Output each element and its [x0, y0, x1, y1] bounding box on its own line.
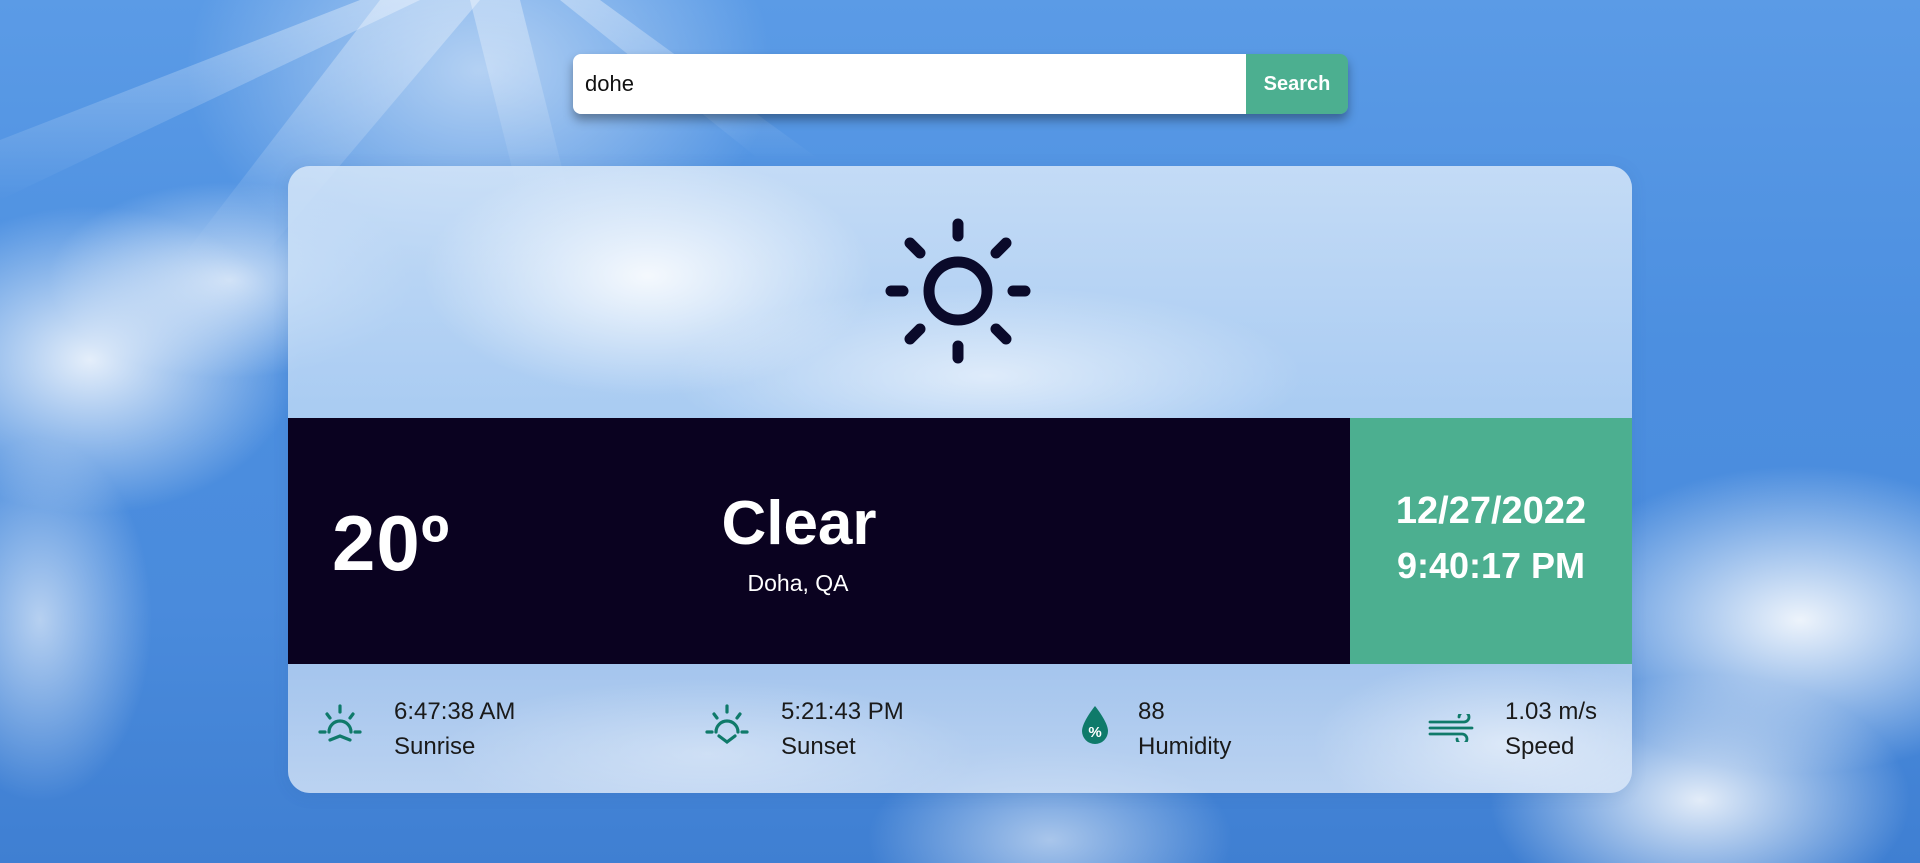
- humidity-value: 88: [1138, 698, 1165, 725]
- wind-icon: [1428, 714, 1474, 742]
- stat-humidity: % 88 Humidity: [1078, 664, 1338, 793]
- weather-condition: Clear: [721, 489, 877, 558]
- datetime-panel: 12/27/2022 9:40:17 PM: [1350, 418, 1632, 664]
- weather-summary: 20º Clear Doha, QA: [288, 418, 1350, 664]
- sunset-label: Sunset: [781, 733, 856, 760]
- time: 9:40:17 PM: [1396, 545, 1586, 586]
- sunset-icon: [705, 704, 749, 744]
- weather-card: 20º Clear Doha, QA 12/27/2022 9:40:17 PM: [288, 166, 1632, 793]
- sunrise-value: 6:47:38 AM: [394, 698, 516, 725]
- svg-text:%: %: [1088, 724, 1101, 741]
- search-input[interactable]: [573, 54, 1246, 114]
- condition-block: Clear Doha, QA: [668, 418, 928, 664]
- stats-row: 6:47:38 AM Sunrise 5:21:43 PM Sunset % 8…: [288, 664, 1632, 793]
- sunrise-icon: [318, 704, 362, 742]
- date: 12/27/2022: [1395, 490, 1587, 532]
- humidity-icon: %: [1082, 706, 1108, 744]
- stat-speed: 1.03 m/s Speed: [1428, 664, 1628, 793]
- sunset-value: 5:21:43 PM: [781, 698, 904, 725]
- search-bar: Search: [573, 54, 1348, 114]
- stat-sunrise: 6:47:38 AM Sunrise: [316, 664, 576, 793]
- location: Doha, QA: [747, 570, 849, 596]
- sunrise-label: Sunrise: [394, 733, 476, 760]
- weather-icon-panel: [288, 166, 1632, 418]
- search-button[interactable]: Search: [1246, 54, 1348, 114]
- humidity-label: Humidity: [1138, 733, 1232, 760]
- speed-value: 1.03 m/s: [1505, 698, 1598, 725]
- stat-sunset: 5:21:43 PM Sunset: [703, 664, 963, 793]
- speed-label: Speed: [1505, 733, 1575, 760]
- temperature: 20º: [332, 499, 451, 587]
- sun-icon: [885, 218, 1031, 364]
